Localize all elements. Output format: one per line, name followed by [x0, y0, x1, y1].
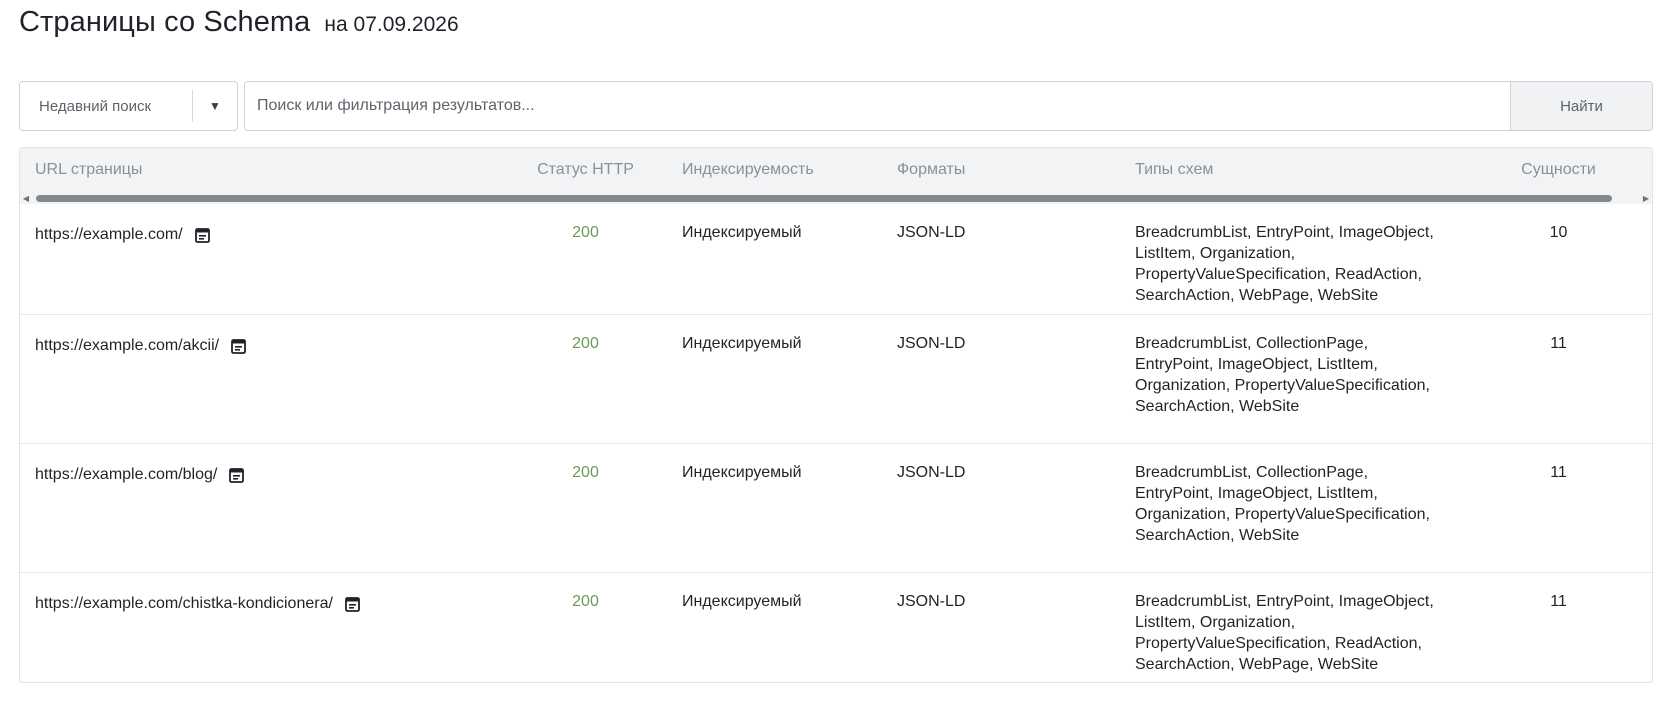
horizontal-scrollbar[interactable]: ◀ ▶	[20, 192, 1652, 204]
page-url-link[interactable]: https://example.com/chistka-kondicionera…	[35, 593, 333, 614]
http-status: 200	[572, 224, 599, 241]
scroll-thumb[interactable]	[36, 194, 1612, 202]
search-toolbar: Недавний поиск ▼ Найти	[19, 81, 1653, 131]
indexability: Индексируемый	[682, 464, 802, 481]
triangle-left-icon[interactable]: ◀	[20, 194, 32, 203]
column-header-url[interactable]: URL страницы	[20, 161, 497, 179]
entities-count: 10	[1549, 224, 1568, 241]
page-title: Страницы со Schema	[19, 6, 311, 38]
column-header-formats[interactable]: Форматы	[887, 161, 1125, 179]
url-cell: https://example.com/	[20, 222, 497, 314]
column-header-schema-types[interactable]: Типы схем	[1125, 161, 1465, 179]
schema-types: BreadcrumbList, CollectionPage, EntryPoi…	[1125, 462, 1465, 572]
search-button[interactable]: Найти	[1510, 82, 1652, 130]
page-url-link[interactable]: https://example.com/	[35, 224, 183, 245]
table-body: https://example.com/ 200 Индексируемый J…	[20, 204, 1652, 682]
table-row: https://example.com/ 200 Индексируемый J…	[20, 204, 1652, 314]
column-header-status[interactable]: Статус HTTP	[497, 161, 674, 179]
triangle-down-icon[interactable]: ▼	[193, 99, 237, 113]
http-status: 200	[572, 464, 599, 481]
indexability: Индексируемый	[682, 335, 802, 352]
entities-count: 11	[1550, 593, 1567, 610]
http-status: 200	[572, 335, 599, 352]
calendar-icon[interactable]	[229, 467, 245, 483]
formats: JSON-LD	[897, 593, 966, 610]
url-cell: https://example.com/chistka-kondicionera…	[20, 591, 497, 682]
page-url-link[interactable]: https://example.com/blog/	[35, 464, 217, 485]
search-group: Найти	[244, 81, 1653, 131]
page: Страницы со Schema на 07.09.2026 Недавни…	[0, 0, 1674, 710]
schema-types-text: BreadcrumbList, EntryPoint, ImageObject,…	[1135, 224, 1434, 304]
url-cell: https://example.com/blog/	[20, 462, 497, 572]
column-header-indexability[interactable]: Индексируемость	[674, 161, 887, 179]
scroll-track[interactable]	[36, 194, 1636, 202]
schema-types-text: BreadcrumbList, CollectionPage, EntryPoi…	[1135, 335, 1430, 415]
calendar-icon[interactable]	[231, 338, 246, 354]
calendar-icon[interactable]	[194, 227, 210, 243]
schema-pages-table: URL страницы Статус HTTP Индексируемость…	[19, 147, 1653, 683]
http-status: 200	[572, 593, 599, 610]
recent-search-dropdown[interactable]: Недавний поиск ▼	[19, 81, 238, 131]
indexability: Индексируемый	[682, 593, 802, 610]
entities-count: 11	[1550, 464, 1567, 481]
indexability: Индексируемый	[682, 224, 802, 241]
calendar-icon[interactable]	[345, 596, 360, 612]
triangle-right-icon[interactable]: ▶	[1640, 194, 1652, 203]
table-row: https://example.com/blog/ 200 Индексируе…	[20, 443, 1652, 572]
search-input[interactable]	[245, 82, 1510, 130]
schema-types-text: BreadcrumbList, CollectionPage, EntryPoi…	[1135, 464, 1430, 544]
page-header: Страницы со Schema на 07.09.2026	[19, 0, 1653, 52]
report-date: на 07.09.2026	[324, 13, 459, 36]
column-header-entities[interactable]: Сущности	[1465, 161, 1652, 179]
table-header-row: URL страницы Статус HTTP Индексируемость…	[20, 148, 1652, 192]
formats: JSON-LD	[897, 464, 966, 481]
table-row: https://example.com/chistka-kondicionera…	[20, 572, 1652, 682]
url-cell: https://example.com/akcii/	[20, 333, 497, 443]
schema-types: BreadcrumbList, EntryPoint, ImageObject,…	[1125, 222, 1465, 314]
table-header: URL страницы Статус HTTP Индексируемость…	[20, 148, 1652, 204]
table-row: https://example.com/akcii/ 200 Индексиру…	[20, 314, 1652, 443]
page-url-link[interactable]: https://example.com/akcii/	[35, 335, 219, 356]
schema-types-text: BreadcrumbList, EntryPoint, ImageObject,…	[1135, 593, 1434, 673]
schema-types: BreadcrumbList, EntryPoint, ImageObject,…	[1125, 591, 1465, 682]
recent-search-label: Недавний поиск	[39, 97, 152, 115]
entities-count: 11	[1550, 335, 1567, 352]
formats: JSON-LD	[897, 335, 966, 352]
schema-types: BreadcrumbList, CollectionPage, EntryPoi…	[1125, 333, 1465, 443]
formats: JSON-LD	[897, 224, 966, 241]
